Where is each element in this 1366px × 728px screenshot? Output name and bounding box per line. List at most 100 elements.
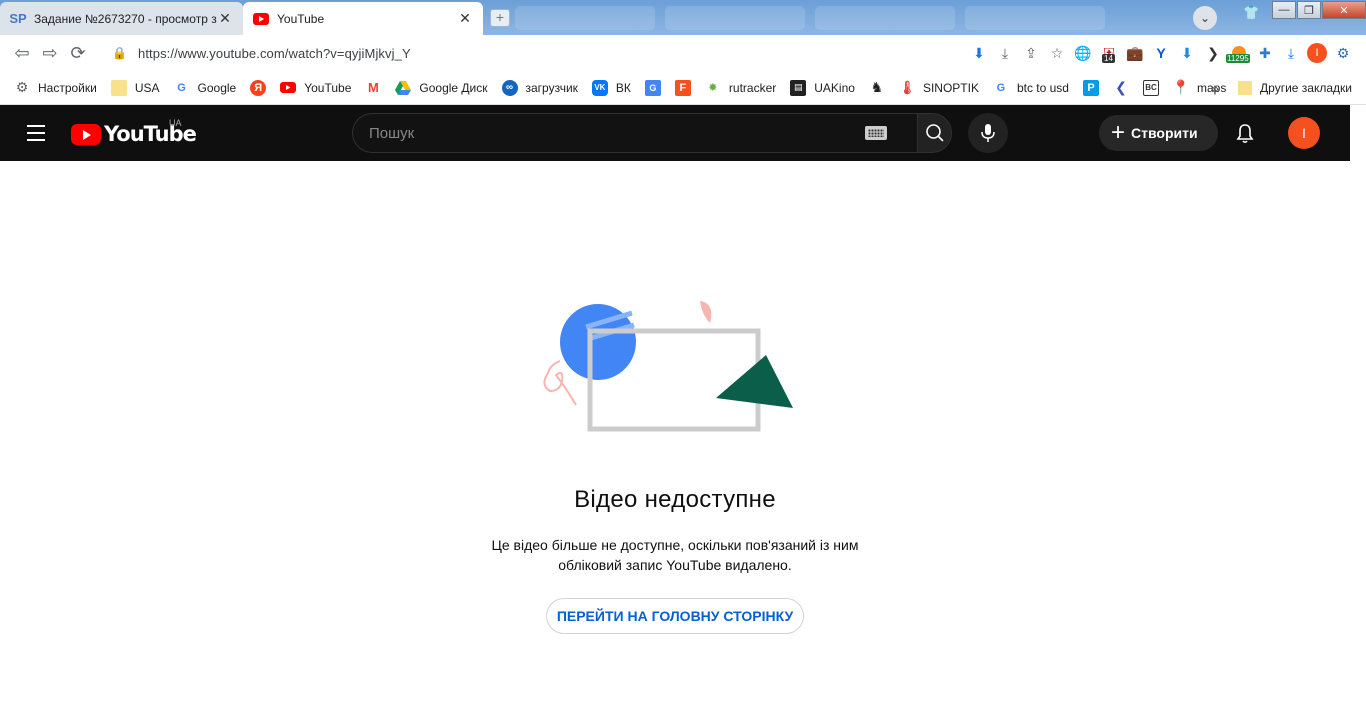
background-tab[interactable] bbox=[965, 6, 1105, 30]
tab-close-icon[interactable]: ✕ bbox=[217, 10, 233, 27]
download-manager-icon[interactable]: ⬇ bbox=[1174, 40, 1200, 66]
gmail-icon: M bbox=[367, 80, 379, 95]
download-arrow-icon[interactable]: ⬇ bbox=[966, 40, 992, 66]
vpn-icon[interactable]: Y bbox=[1148, 40, 1174, 66]
yandex-icon: Я bbox=[250, 79, 267, 96]
youtube-icon bbox=[280, 80, 297, 96]
bc-logo-icon: BC bbox=[1142, 79, 1159, 96]
back-icon[interactable]: ⇦ bbox=[8, 39, 36, 67]
create-button[interactable]: + Створити bbox=[1099, 115, 1218, 151]
star-icon[interactable]: ☆ bbox=[1044, 40, 1070, 66]
downloads-icon[interactable]: ⤓ bbox=[1278, 40, 1304, 66]
bookmark-chess[interactable]: ♞ bbox=[869, 79, 885, 96]
briefcase-icon[interactable]: 💼 bbox=[1122, 40, 1148, 66]
background-tab[interactable] bbox=[815, 6, 955, 30]
bookmark-translate[interactable]: G bbox=[644, 79, 661, 96]
error-description: Це відео більше не доступне, оскільки по… bbox=[491, 537, 859, 573]
translate-icon: G bbox=[644, 79, 661, 96]
go-home-button[interactable]: ПЕРЕЙТИ НА ГОЛОВНУ СТОРІНКУ bbox=[546, 598, 804, 634]
maximize-icon[interactable]: ❐ bbox=[1297, 1, 1321, 19]
clapper-icon: ▤ bbox=[790, 79, 807, 96]
bookmark-sinoptik[interactable]: 🌡 SINOPTIK bbox=[899, 80, 979, 96]
bookmark-gmail[interactable]: M bbox=[365, 80, 381, 96]
tab-search-icon[interactable]: ⌄ bbox=[1193, 6, 1217, 30]
rutracker-icon: ✸ bbox=[708, 82, 718, 94]
bookmark-settings[interactable]: ⚙ Настройки bbox=[14, 79, 97, 96]
more-bookmarks-icon[interactable]: » bbox=[1211, 80, 1219, 96]
chess-knight-icon: ♞ bbox=[870, 79, 884, 95]
background-tab[interactable] bbox=[665, 6, 805, 30]
badge-count: 14 bbox=[1102, 54, 1115, 63]
tab-title: YouTube bbox=[277, 11, 325, 26]
map-pin-icon: 📍 bbox=[1172, 79, 1190, 95]
forward-icon[interactable]: ⇨ bbox=[36, 39, 64, 67]
bookmark-vk[interactable]: VK ВК bbox=[591, 79, 631, 96]
chevron-left-icon: ❮ bbox=[1115, 79, 1127, 95]
url-text[interactable]: https://www.youtube.com/watch?v=qyjiMjkv… bbox=[138, 46, 411, 61]
error-title: Відео недоступне bbox=[574, 486, 776, 513]
tab-task[interactable]: SP Задание №2673270 - просмотр з ✕ bbox=[0, 2, 243, 35]
bookmark-google[interactable]: G Google bbox=[174, 80, 236, 96]
sp-favicon-icon: SP bbox=[9, 11, 27, 26]
terminal-icon[interactable]: ❯ bbox=[1200, 40, 1226, 66]
lock-icon[interactable]: 🔒 bbox=[112, 46, 127, 60]
bookmark-p[interactable]: P bbox=[1082, 79, 1099, 96]
bookmark-other-folder[interactable]: Другие закладки bbox=[1238, 80, 1352, 95]
new-tab-button[interactable]: + bbox=[490, 9, 510, 27]
share-icon[interactable]: ⇪ bbox=[1018, 40, 1044, 66]
youtube-play-icon bbox=[71, 123, 101, 145]
bookmark-downloader[interactable]: ∞ загрузчик bbox=[501, 79, 578, 96]
f-logo-icon: F bbox=[674, 79, 691, 96]
folder-icon bbox=[1238, 80, 1253, 95]
badge-count: 11295 bbox=[1226, 54, 1250, 63]
bookmark-btc-to-usd[interactable]: Gbtc to usd bbox=[993, 80, 1069, 96]
bookmark-youtube[interactable]: YouTube bbox=[280, 80, 351, 96]
bookmark-google-drive[interactable]: Google Диск bbox=[395, 80, 488, 96]
browser-toolbar: ⇦ ⇨ ⟳ 🔒 https://www.youtube.com/watch?v=… bbox=[0, 35, 1366, 71]
install-icon[interactable]: ⤓ bbox=[992, 40, 1018, 66]
profile-avatar[interactable]: I bbox=[1304, 40, 1330, 66]
reload-icon[interactable]: ⟳ bbox=[64, 39, 92, 67]
bookmark-bc[interactable]: BC bbox=[1142, 79, 1159, 96]
shirt-icon: 👕 bbox=[1243, 5, 1260, 20]
background-tab[interactable] bbox=[515, 6, 655, 30]
bookmark-arrow[interactable]: ❮ bbox=[1113, 79, 1129, 96]
folder-icon bbox=[110, 79, 127, 96]
bitcoin-icon[interactable]: 11295 bbox=[1226, 40, 1252, 66]
globe-icon[interactable]: 🌐 bbox=[1070, 40, 1096, 66]
menu-icon[interactable] bbox=[20, 121, 52, 145]
search-input[interactable] bbox=[369, 124, 865, 142]
gear-icon: ⚙ bbox=[15, 79, 29, 95]
tab-title: Задание №2673270 - просмотр з bbox=[34, 11, 217, 26]
youtube-header: YouTube UA + Створити bbox=[0, 105, 1350, 161]
voice-search-button[interactable] bbox=[968, 113, 1008, 153]
infinity-icon: ∞ bbox=[501, 79, 518, 96]
bookmark-yandex[interactable]: Я bbox=[250, 79, 267, 96]
keyboard-icon[interactable] bbox=[865, 126, 887, 140]
close-window-icon[interactable]: ✕ bbox=[1322, 1, 1366, 19]
avatar[interactable]: I bbox=[1288, 117, 1320, 149]
google-drive-icon bbox=[395, 80, 412, 96]
minimize-icon[interactable]: — bbox=[1272, 1, 1296, 19]
shield-extension-icon[interactable]: ⛨ 14 bbox=[1096, 40, 1122, 66]
p-logo-icon: P bbox=[1082, 79, 1099, 96]
youtube-logo[interactable]: YouTube UA bbox=[71, 118, 197, 146]
settings-gear-icon[interactable]: ⚙ bbox=[1330, 40, 1356, 66]
search-button[interactable] bbox=[917, 113, 952, 153]
bookmark-f[interactable]: F bbox=[674, 79, 691, 96]
notifications-bell-icon[interactable] bbox=[1232, 121, 1258, 147]
youtube-favicon-icon bbox=[253, 11, 269, 27]
tab-close-icon[interactable]: ✕ bbox=[457, 10, 473, 27]
extensions-row: ⬇ ⤓ ⇪ ☆ 🌐 ⛨ 14 💼 Y ⬇ ❯ 11295 ✚ ⤓ I ⚙ bbox=[966, 40, 1356, 66]
tab-youtube[interactable]: YouTube ✕ bbox=[243, 2, 483, 35]
tab-strip: SP Задание №2673270 - просмотр з ✕ YouTu… bbox=[0, 0, 1366, 35]
plus-icon: + bbox=[1111, 119, 1126, 146]
bookmark-uakino[interactable]: ▤ UAKino bbox=[790, 79, 855, 96]
unavailable-video-illustration bbox=[543, 301, 793, 432]
bookmark-rutracker[interactable]: ✸ rutracker bbox=[705, 80, 776, 96]
address-bar[interactable]: 🔒 https://www.youtube.com/watch?v=qyjiMj… bbox=[100, 38, 1060, 68]
vk-icon: VK bbox=[591, 79, 608, 96]
google-icon: G bbox=[177, 81, 186, 94]
bookmark-usa[interactable]: USA bbox=[110, 79, 160, 96]
puzzle-icon[interactable]: ✚ bbox=[1252, 40, 1278, 66]
